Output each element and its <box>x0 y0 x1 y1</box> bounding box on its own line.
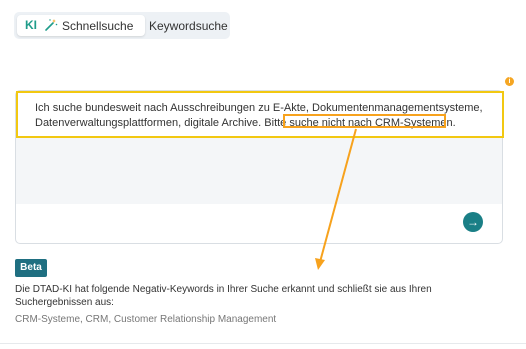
divider <box>0 343 526 344</box>
negative-keywords-info: Die DTAD-KI hat folgende Negativ-Keyword… <box>15 284 432 308</box>
beta-badge: Beta <box>15 259 47 277</box>
negative-keywords-list: CRM-Systeme, CRM, Customer Relationship … <box>15 314 277 325</box>
